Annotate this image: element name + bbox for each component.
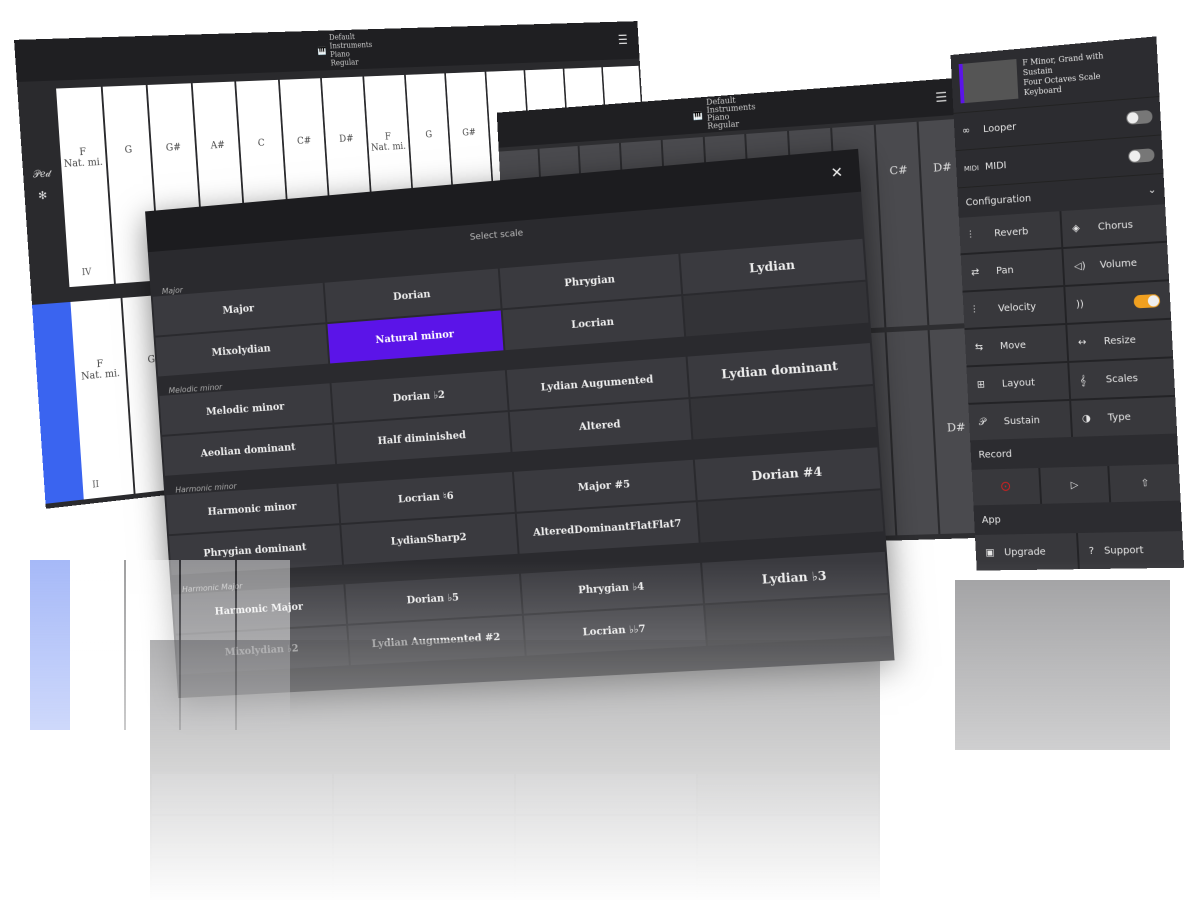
config-move-button[interactable]: ⇆ Move — [964, 325, 1068, 366]
key-label: C — [257, 138, 266, 149]
config-haptics-button[interactable]: )) — [1065, 281, 1172, 323]
volume-icon: ◁) — [1073, 260, 1086, 272]
record-label: Record — [978, 448, 1013, 461]
gift-icon: ▣ — [985, 547, 995, 559]
reflection-fade — [0, 560, 1200, 905]
play-icon: ▷ — [1070, 479, 1079, 491]
menu-icon[interactable]: ☰ — [935, 89, 948, 105]
waveform-icon: ⫶ — [969, 229, 972, 241]
upload-icon: ⇧ — [1140, 477, 1150, 489]
config-layout-button[interactable]: ⊞ Layout — [966, 362, 1070, 403]
sustain-icon[interactable]: 𝒫𝑒𝒹 — [33, 169, 51, 181]
config-label: Layout — [1001, 376, 1036, 390]
share-button[interactable]: ⇧ — [1109, 463, 1181, 503]
header-line4: Regular — [707, 119, 740, 131]
config-scales-button[interactable]: 𝄞 Scales — [1069, 358, 1176, 399]
config-label: Velocity — [997, 301, 1037, 314]
app-label: App — [981, 514, 1001, 526]
piano-icon: 🎹 — [317, 46, 327, 56]
configuration-grid: ⫶ Reverb ◈ Chorus ⇄ Pan ◁) Volume ⫶ Velocity)) ⇆ Mo… — [958, 204, 1178, 441]
octave-label-bottom: II — [92, 479, 100, 491]
help-icon: ? — [1088, 545, 1095, 557]
config-volume-button[interactable]: ◁) Volume — [1063, 242, 1170, 285]
move-icon: ⇆ — [974, 341, 984, 353]
config-label: Chorus — [1097, 219, 1134, 233]
haptics-toggle[interactable] — [1133, 293, 1161, 308]
config-label: Type — [1107, 411, 1132, 424]
midi-label: MIDI — [984, 160, 1007, 173]
config-label: Volume — [1099, 257, 1138, 271]
infinity-icon: ∞ — [961, 125, 971, 137]
velocity-icon: ⫶ — [972, 304, 976, 316]
key-label: D# — [338, 133, 354, 145]
chorus-icon: ◈ — [1071, 222, 1081, 234]
play-button[interactable]: ▷ — [1039, 466, 1110, 504]
key-label: C# — [296, 135, 312, 147]
config-label: Pan — [995, 264, 1014, 277]
key-label: G — [425, 129, 433, 141]
config-chorus-button[interactable]: ◈ Chorus — [1061, 204, 1168, 248]
app-header: App — [973, 500, 1183, 536]
gear-icon[interactable]: ✻ — [38, 189, 48, 202]
floor-reflection — [0, 560, 1200, 905]
treble-clef-icon: 𝄞 — [1079, 374, 1087, 386]
key-label: A# — [210, 140, 226, 152]
record-icon: ⊙ — [999, 478, 1012, 495]
config-label: Resize — [1103, 334, 1137, 347]
key-label: F Nat. mi. — [63, 146, 104, 170]
piano-icon: 🎹 — [692, 110, 704, 121]
config-pan-button[interactable]: ⇄ Pan — [960, 249, 1064, 291]
menu-icon[interactable]: ☰ — [618, 33, 629, 48]
header-line4: Regular — [330, 57, 359, 68]
record-button[interactable]: ⊙ — [971, 468, 1040, 506]
config-label: Move — [999, 339, 1027, 352]
key-label: G# — [462, 127, 477, 139]
settings-panel: F Minor, Grand with Sustain Four Octaves… — [950, 36, 1185, 571]
type-icon: ◑ — [1081, 412, 1091, 425]
resize-icon: ↔ — [1077, 336, 1087, 348]
config-reverb-button[interactable]: ⫶ Reverb — [958, 211, 1062, 254]
preset-thumbnail — [958, 58, 1019, 103]
support-label: Support — [1103, 544, 1144, 557]
sustain-pedal-icon: 𝒫 — [978, 416, 987, 428]
upgrade-label: Upgrade — [1003, 546, 1047, 558]
key-label: F Nat. mi. — [80, 358, 121, 383]
looper-label: Looper — [982, 121, 1017, 136]
looper-toggle[interactable] — [1125, 109, 1153, 125]
midi-toggle[interactable] — [1127, 148, 1155, 164]
config-sustain-button[interactable]: 𝒫 Sustain — [968, 400, 1072, 441]
configuration-label: Configuration — [965, 192, 1032, 209]
chevron-down-icon[interactable]: ⌄ — [1147, 184, 1156, 196]
key-label: G# — [165, 142, 182, 154]
vibration-icon: )) — [1075, 298, 1085, 310]
key-label: F Nat. mi. — [370, 131, 407, 154]
close-icon[interactable]: ✕ — [830, 163, 843, 181]
config-resize-button[interactable]: ↔ Resize — [1067, 319, 1174, 361]
key-label: G — [124, 144, 133, 156]
config-label: Sustain — [1003, 414, 1041, 427]
midi-icon: MIDI — [963, 163, 980, 173]
config-type-button[interactable]: ◑ Type — [1071, 396, 1178, 437]
record-controls: ⊙ ▷ ⇧ — [971, 463, 1181, 506]
config-velocity-button[interactable]: ⫶ Velocity — [962, 287, 1066, 329]
layout-icon: ⊞ — [976, 378, 986, 391]
pan-arrows-icon: ⇄ — [970, 266, 980, 278]
octave-label-top: IV — [81, 267, 92, 279]
config-label: Scales — [1105, 372, 1139, 385]
config-label: Reverb — [993, 225, 1029, 239]
config-label — [1102, 302, 1124, 303]
